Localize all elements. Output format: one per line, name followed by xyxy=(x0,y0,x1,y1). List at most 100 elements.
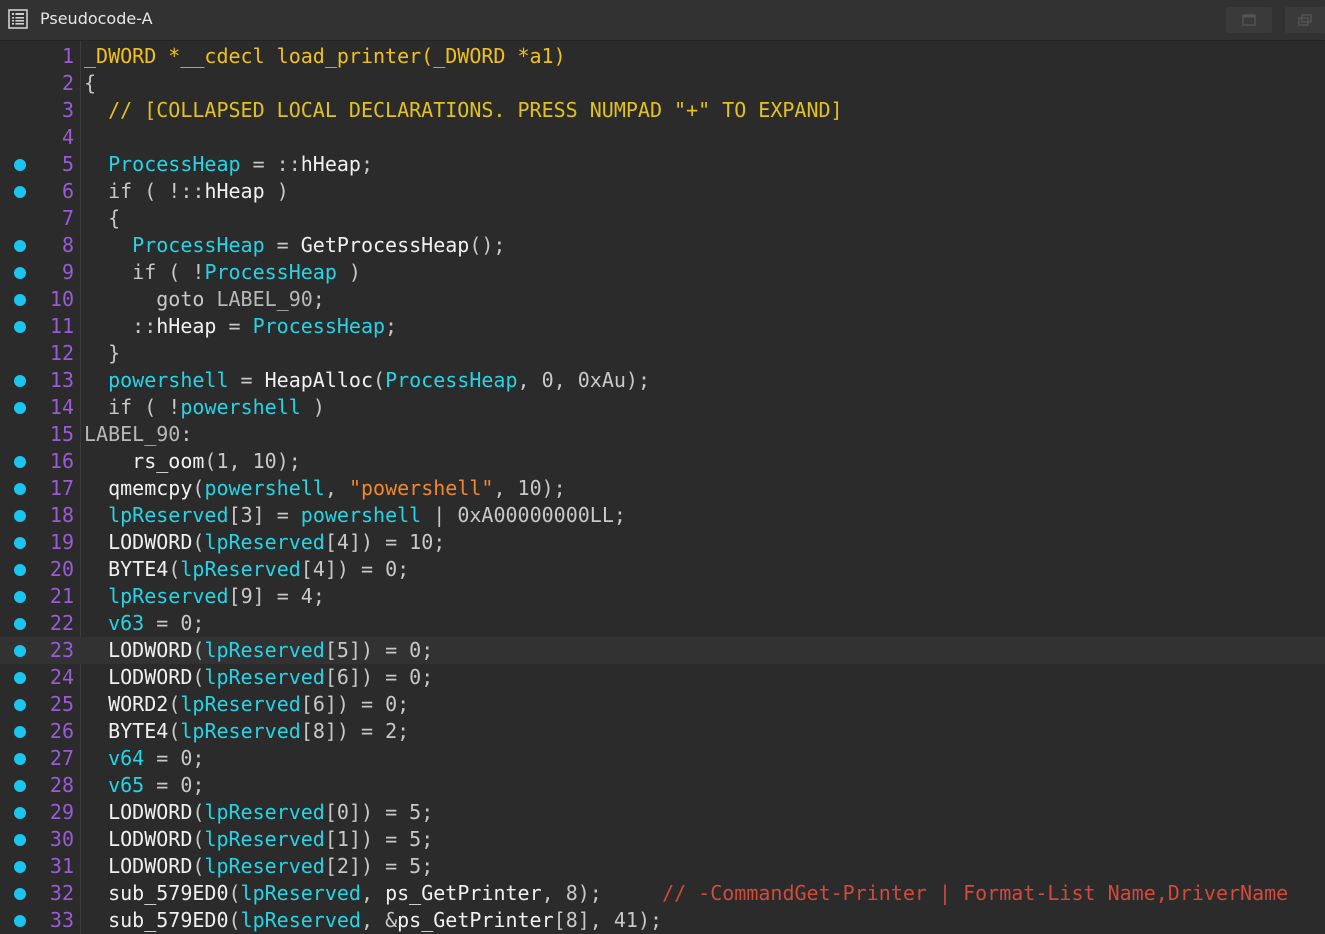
code-line[interactable]: 15 LABEL_90: xyxy=(0,421,1325,448)
code-token[interactable]: lpReserved xyxy=(204,638,324,662)
statement-dot-icon[interactable] xyxy=(14,699,26,711)
code-token[interactable]: lpReserved xyxy=(204,827,324,851)
code-line[interactable]: 4 xyxy=(0,124,1325,151)
code-line[interactable]: 19 LODWORD(lpReserved[4]) = 10; xyxy=(0,529,1325,556)
statement-dot-icon[interactable] xyxy=(14,456,26,468)
statement-dot-icon[interactable] xyxy=(14,375,26,387)
code-line[interactable]: 30 LODWORD(lpReserved[1]) = 5; xyxy=(0,826,1325,853)
code-token[interactable]: hHeap xyxy=(301,152,361,176)
pseudocode-view[interactable]: 1 _DWORD *__cdecl load_printer(_DWORD *a1… xyxy=(0,42,1325,934)
code-token[interactable]: lpReserved xyxy=(204,665,324,689)
code-token[interactable]: BYTE4 xyxy=(108,719,168,743)
code-line[interactable]: 12 } xyxy=(0,340,1325,367)
code-token[interactable]: powershell xyxy=(301,503,421,527)
code-line[interactable]: 33 sub_579ED0(lpReserved, &ps_GetPrinter… xyxy=(0,907,1325,934)
code-line[interactable]: 17 qmemcpy(powershell, "powershell", 10)… xyxy=(0,475,1325,502)
statement-dot-icon[interactable] xyxy=(14,240,26,252)
statement-dot-icon[interactable] xyxy=(14,807,26,819)
code-line[interactable]: 27 v64 = 0; xyxy=(0,745,1325,772)
code-token[interactable]: lpReserved xyxy=(241,908,361,932)
code-token[interactable]: hHeap xyxy=(204,179,264,203)
code-line[interactable]: 9 if ( !ProcessHeap ) xyxy=(0,259,1325,286)
statement-dot-icon[interactable] xyxy=(14,294,26,306)
code-token[interactable]: HeapAlloc xyxy=(265,368,373,392)
code-token[interactable]: v65 xyxy=(108,773,144,797)
code-line[interactable]: 23 LODWORD(lpReserved[5]) = 0; xyxy=(0,637,1325,664)
statement-dot-icon[interactable] xyxy=(14,645,26,657)
statement-dot-icon[interactable] xyxy=(14,537,26,549)
code-token[interactable]: qmemcpy xyxy=(108,476,192,500)
code-token[interactable]: ProcessHeap xyxy=(204,260,336,284)
code-line[interactable]: 14 if ( !powershell ) xyxy=(0,394,1325,421)
code-token[interactable]: powershell xyxy=(180,395,300,419)
code-line[interactable]: 20 BYTE4(lpReserved[4]) = 0; xyxy=(0,556,1325,583)
code-line[interactable]: 6 if ( !::hHeap ) xyxy=(0,178,1325,205)
statement-dot-icon[interactable] xyxy=(14,159,26,171)
statement-dot-icon[interactable] xyxy=(14,510,26,522)
code-token[interactable]: ProcessHeap xyxy=(385,368,517,392)
float-window-button[interactable] xyxy=(1285,7,1325,33)
code-token[interactable]: LODWORD xyxy=(108,638,192,662)
code-token[interactable]: sub_579ED0 xyxy=(108,881,228,905)
code-token[interactable]: LODWORD xyxy=(108,800,192,824)
code-line[interactable]: 24 LODWORD(lpReserved[6]) = 0; xyxy=(0,664,1325,691)
statement-dot-icon[interactable] xyxy=(14,861,26,873)
code-line[interactable]: 5 ProcessHeap = ::hHeap; xyxy=(0,151,1325,178)
statement-dot-icon[interactable] xyxy=(14,618,26,630)
code-token[interactable]: lpReserved xyxy=(180,557,300,581)
code-token[interactable]: ProcessHeap xyxy=(132,233,264,257)
code-line[interactable]: 21 lpReserved[9] = 4; xyxy=(0,583,1325,610)
code-line[interactable]: 26 BYTE4(lpReserved[8]) = 2; xyxy=(0,718,1325,745)
code-token[interactable]: LODWORD xyxy=(108,827,192,851)
code-line[interactable]: 2{ xyxy=(0,70,1325,97)
code-token[interactable]: ProcessHeap xyxy=(108,152,240,176)
code-token[interactable]: lpReserved xyxy=(180,719,300,743)
code-line[interactable]: 32 sub_579ED0(lpReserved, ps_GetPrinter,… xyxy=(0,880,1325,907)
code-line[interactable]: 16 rs_oom(1, 10); xyxy=(0,448,1325,475)
code-line[interactable]: 3 // [COLLAPSED LOCAL DECLARATIONS. PRES… xyxy=(0,97,1325,124)
code-token[interactable]: ps_GetPrinter xyxy=(385,881,542,905)
code-token[interactable]: sub_579ED0 xyxy=(108,908,228,932)
code-token[interactable]: hHeap xyxy=(156,314,216,338)
statement-dot-icon[interactable] xyxy=(14,483,26,495)
code-token[interactable]: v63 xyxy=(108,611,144,635)
statement-dot-icon[interactable] xyxy=(14,915,26,927)
statement-dot-icon[interactable] xyxy=(14,402,26,414)
code-line[interactable]: 25 WORD2(lpReserved[6]) = 0; xyxy=(0,691,1325,718)
statement-dot-icon[interactable] xyxy=(14,321,26,333)
code-token[interactable]: lpReserved xyxy=(108,584,228,608)
code-token[interactable]: lpReserved xyxy=(204,854,324,878)
statement-dot-icon[interactable] xyxy=(14,726,26,738)
code-token[interactable]: ps_GetPrinter xyxy=(397,908,554,932)
code-token[interactable]: BYTE4 xyxy=(108,557,168,581)
statement-dot-icon[interactable] xyxy=(14,780,26,792)
code-token[interactable]: ProcessHeap xyxy=(253,314,385,338)
code-line[interactable]: 31 LODWORD(lpReserved[2]) = 5; xyxy=(0,853,1325,880)
statement-dot-icon[interactable] xyxy=(14,186,26,198)
code-line[interactable]: 11 ::hHeap = ProcessHeap; xyxy=(0,313,1325,340)
code-token[interactable]: powershell xyxy=(108,368,228,392)
statement-dot-icon[interactable] xyxy=(14,267,26,279)
code-line[interactable]: 18 lpReserved[3] = powershell | 0xA00000… xyxy=(0,502,1325,529)
statement-dot-icon[interactable] xyxy=(14,672,26,684)
code-token[interactable]: lpReserved xyxy=(108,503,228,527)
code-line[interactable]: 8 ProcessHeap = GetProcessHeap(); xyxy=(0,232,1325,259)
code-line[interactable]: 7 { xyxy=(0,205,1325,232)
statement-dot-icon[interactable] xyxy=(14,888,26,900)
code-token[interactable]: lpReserved xyxy=(241,881,361,905)
code-line[interactable]: 22 v63 = 0; xyxy=(0,610,1325,637)
statement-dot-icon[interactable] xyxy=(14,753,26,765)
code-line[interactable]: 28 v65 = 0; xyxy=(0,772,1325,799)
code-line[interactable]: 10 goto LABEL_90; xyxy=(0,286,1325,313)
code-token[interactable]: LABEL_90 xyxy=(84,422,180,446)
code-token[interactable]: LODWORD xyxy=(108,854,192,878)
code-token[interactable]: powershell xyxy=(204,476,324,500)
code-token[interactable]: v64 xyxy=(108,746,144,770)
code-token[interactable]: GetProcessHeap xyxy=(301,233,470,257)
code-token[interactable]: lpReserved xyxy=(204,800,324,824)
statement-dot-icon[interactable] xyxy=(14,834,26,846)
code-token[interactable]: lpReserved xyxy=(204,530,324,554)
code-line[interactable]: 29 LODWORD(lpReserved[0]) = 5; xyxy=(0,799,1325,826)
code-token[interactable]: WORD2 xyxy=(108,692,168,716)
code-token[interactable]: LABEL_90 xyxy=(216,287,312,311)
